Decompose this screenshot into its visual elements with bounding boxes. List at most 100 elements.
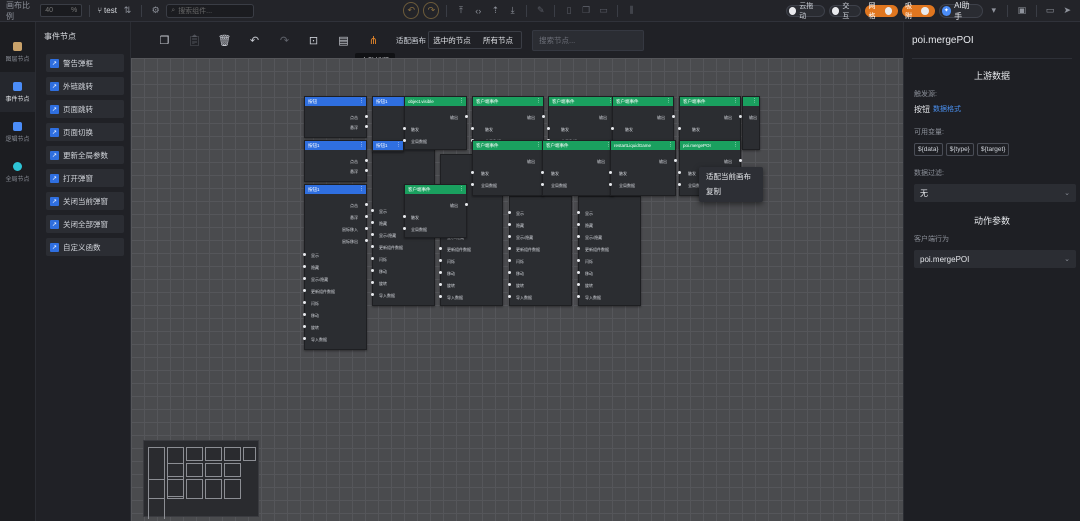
copy-icon[interactable]: ❐ [580,4,593,18]
port-dot[interactable] [739,159,742,162]
rail-item-global[interactable]: 全局节点 [0,152,35,192]
event-item-close-all[interactable]: ↗ 关闭全部弹窗 [46,215,124,233]
send-icon[interactable]: ➤ [1061,4,1074,18]
port-dot[interactable] [365,215,368,218]
port-dot[interactable] [465,115,468,118]
port-dot[interactable] [508,247,511,250]
port-dot[interactable] [609,171,612,174]
port-dot[interactable] [508,295,511,298]
port-dot[interactable] [365,125,368,128]
port-dot[interactable] [508,283,511,286]
port-dot[interactable] [672,115,675,118]
port-dot[interactable] [303,277,306,280]
component-search-input[interactable]: ⌕ 搜索组件... [166,3,254,18]
port-dot[interactable] [508,211,511,214]
redo-history-icon[interactable]: ↷ [423,2,440,19]
grid-toggle[interactable]: 网格 [865,3,899,20]
port-dot[interactable] [439,247,442,250]
port-dot[interactable] [403,227,406,230]
layer-node[interactable]: 显示 隐藏 显示/隐藏 更新组件数据 闪烁 移动 旋转 导入数据 [577,196,641,306]
port-dot[interactable] [678,127,681,130]
port-dot[interactable] [365,115,368,118]
port-dot[interactable] [577,271,580,274]
port-dot[interactable] [471,127,474,130]
code-icon[interactable]: ‹› [472,4,485,18]
port-dot[interactable] [371,233,374,236]
paste-icon[interactable]: 📋︎ [187,33,202,48]
ai-assistant-button[interactable]: ✦ AI助手 [938,1,984,21]
port-dot[interactable] [371,281,374,284]
rail-item-events[interactable]: 事件节点 [0,72,35,112]
port-dot[interactable] [609,183,612,186]
trigger-node[interactable]: 按钮1 点击 悬浮 [304,140,368,182]
cloud-drag-toggle[interactable]: 云拖动 [785,3,825,20]
event-item-page-switch[interactable]: ↗ 页面切换 [46,123,124,141]
port-dot[interactable] [547,127,550,130]
client-behavior-select[interactable]: poi.mergePOI ⌄ [914,250,1076,268]
port-dot[interactable] [371,269,374,272]
port-dot[interactable] [365,169,368,172]
event-item-close-current[interactable]: ↗ 关闭当前弹窗 [46,192,124,210]
port-dot[interactable] [403,139,406,142]
sliders-icon[interactable]: ⇅ [121,4,134,18]
event-item-page-jump[interactable]: ↗ 页面跳转 [46,100,124,118]
action-node[interactable]: object.visible 输出 触发 全局数据 [403,96,468,150]
port-dot[interactable] [577,211,580,214]
fit-all-button[interactable]: 所有节点 [475,32,521,48]
rail-item-logic[interactable]: 逻辑节点 [0,112,35,152]
undo-icon[interactable]: ↶ [247,33,262,48]
port-dot[interactable] [577,247,580,250]
fit-selected-button[interactable]: 选中的节点 [429,32,475,48]
port-dot[interactable] [577,235,580,238]
gear-icon[interactable]: ⚙ [149,4,162,18]
minimap[interactable] [143,440,259,519]
port-dot[interactable] [508,271,511,274]
trash-icon[interactable]: 🗑︎ [217,33,232,48]
port-dot[interactable] [465,203,468,206]
action-node[interactable]: 输出 [742,96,760,150]
port-dot[interactable] [303,253,306,256]
port-dot[interactable] [439,283,442,286]
download-icon[interactable]: ⤓ [506,4,519,18]
port-dot[interactable] [439,295,442,298]
port-dot[interactable] [365,227,368,230]
fit-frame-icon[interactable]: ⊡ [306,33,321,48]
layout-panel-icon[interactable]: ▤ [336,33,351,48]
port-dot[interactable] [577,223,580,226]
action-node[interactable]: 客户端事件 输出 触发 全局数据 [541,140,615,196]
port-dot[interactable] [365,239,368,242]
port-dot[interactable] [365,203,368,206]
action-node[interactable]: 客户端事件 输出 触发 全局数据 [471,140,545,196]
port-dot[interactable] [678,171,681,174]
interact-toggle[interactable]: 交互 [828,3,862,20]
rail-item-layers[interactable]: 图层节点 [0,32,35,72]
data-filter-select[interactable]: 无 ⌄ [914,184,1076,202]
layer-node[interactable]: 按钮1 [372,140,404,152]
port-dot[interactable] [303,289,306,292]
layer-node[interactable]: 显示 隐藏 显示/隐藏 更新组件数据 闪烁 移动 旋转 导入数据 [508,196,572,306]
event-item-open-dialog[interactable]: ↗ 打开弹窗 [46,169,124,187]
data-format-link[interactable]: 数据格式 [933,104,961,115]
save-icon[interactable]: ▣ [1015,4,1028,18]
port-dot[interactable] [577,259,580,262]
align-toggle[interactable]: 吸附 [902,3,935,20]
publish-icon[interactable]: ⇡ [489,4,502,18]
port-dot[interactable] [403,215,406,218]
port-dot[interactable] [371,221,374,224]
port-dot[interactable] [577,295,580,298]
context-fit-canvas[interactable]: 适配当前画布 [699,169,763,184]
port-dot[interactable] [508,259,511,262]
port-dot[interactable] [303,325,306,328]
port-dot[interactable] [371,257,374,260]
scale-input[interactable]: 40% [40,4,83,17]
port-dot[interactable] [403,127,406,130]
event-item-custom-function[interactable]: ↗ 自定义函数 [46,238,124,256]
align-icon[interactable]: ⫼ [625,4,638,18]
event-item-alert[interactable]: ↗ 警告弹框 [46,54,124,72]
delete-icon[interactable]: ▯ [562,4,575,18]
project-selector[interactable]: ⑂ test [97,6,117,15]
port-dot[interactable] [471,183,474,186]
undo-history-icon[interactable]: ↶ [403,2,420,19]
port-dot[interactable] [541,171,544,174]
port-dot[interactable] [303,301,306,304]
